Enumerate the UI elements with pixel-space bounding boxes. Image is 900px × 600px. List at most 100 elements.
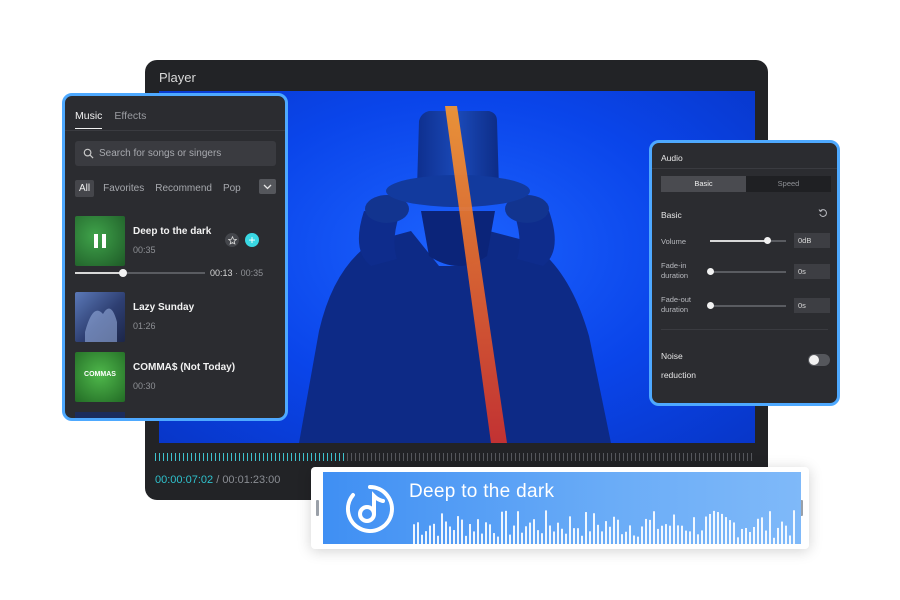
favorite-button[interactable] bbox=[225, 233, 239, 247]
waveform-bar bbox=[665, 524, 667, 544]
volume-slider-knob[interactable] bbox=[764, 237, 771, 244]
track-item[interactable]: Deep to the dark 00:35 + bbox=[75, 216, 285, 266]
waveform-bar bbox=[649, 519, 651, 544]
waveform-bar bbox=[549, 525, 551, 544]
waveform-bar bbox=[469, 524, 471, 544]
volume-label: Volume bbox=[661, 237, 687, 246]
waveform-bar bbox=[517, 511, 519, 544]
waveform-bar bbox=[685, 530, 687, 544]
waveform-bar bbox=[713, 510, 715, 544]
noise-reduction-toggle[interactable] bbox=[808, 354, 830, 366]
fade-in-slider[interactable] bbox=[707, 268, 786, 275]
waveform-bar bbox=[545, 510, 547, 544]
track-duration: 01:26 bbox=[133, 321, 156, 331]
waveform-bar bbox=[509, 534, 511, 544]
waveform-bar bbox=[513, 525, 515, 544]
waveform-bar bbox=[433, 523, 435, 544]
waveform-bar bbox=[725, 517, 727, 544]
filter-favorites[interactable]: Favorites bbox=[103, 183, 144, 194]
waveform-bar bbox=[445, 521, 447, 544]
filter-recommend[interactable]: Recommend bbox=[155, 183, 212, 194]
waveform-bar bbox=[485, 522, 487, 544]
waveform-bar bbox=[557, 522, 559, 544]
filter-pop[interactable]: Pop bbox=[223, 183, 241, 194]
search-input[interactable] bbox=[99, 148, 269, 159]
audio-panel: Audio Basic Speed Basic Volume 0dB Fade-… bbox=[649, 140, 840, 406]
track-progress-total: 00:35 bbox=[240, 268, 264, 278]
waveform-bar bbox=[497, 536, 499, 544]
waveform-bar bbox=[597, 524, 599, 544]
star-icon bbox=[227, 235, 237, 245]
timecode: 00:00:07:02 / 00:01:23:00 bbox=[155, 474, 280, 486]
waveform-bar bbox=[609, 526, 611, 544]
waveform-bar bbox=[505, 510, 507, 544]
toggle-knob bbox=[809, 355, 819, 365]
track-duration: 00:35 bbox=[133, 245, 156, 255]
track-progress-knob[interactable] bbox=[119, 269, 128, 277]
track-cover bbox=[75, 216, 125, 266]
waveform-bar bbox=[617, 519, 619, 544]
volume-value[interactable]: 0dB bbox=[794, 233, 830, 248]
tab-basic[interactable]: Basic bbox=[661, 176, 746, 192]
waveform-bar bbox=[729, 520, 731, 544]
fade-out-value[interactable]: 0s bbox=[794, 298, 830, 313]
tab-effects[interactable]: Effects bbox=[114, 110, 146, 129]
waveform-bar bbox=[613, 516, 615, 544]
waveform-bar bbox=[673, 514, 675, 544]
waveform-bar bbox=[677, 525, 679, 544]
tab-speed[interactable]: Speed bbox=[746, 176, 831, 192]
search-box[interactable] bbox=[75, 141, 276, 166]
waveform-bar bbox=[769, 511, 771, 544]
fade-in-value[interactable]: 0s bbox=[794, 264, 830, 279]
waveform-bar bbox=[473, 531, 475, 544]
fade-out-slider-knob[interactable] bbox=[707, 302, 714, 309]
waveform-bar bbox=[765, 530, 767, 544]
audio-clip[interactable]: Deep to the dark bbox=[323, 472, 801, 544]
waveform-bar bbox=[541, 533, 543, 544]
add-track-button[interactable]: + bbox=[245, 233, 259, 247]
audio-mode-switch: Basic Speed bbox=[661, 176, 831, 192]
filter-more-button[interactable] bbox=[259, 179, 276, 194]
volume-slider[interactable] bbox=[710, 237, 786, 244]
waveform-bar bbox=[793, 510, 795, 544]
waveform-bar bbox=[457, 516, 459, 544]
fade-in-slider-knob[interactable] bbox=[707, 268, 714, 275]
waveform-bar bbox=[589, 531, 591, 544]
filter-all[interactable]: All bbox=[75, 180, 95, 197]
track-progress-current: 00:13 bbox=[210, 268, 233, 278]
fade-out-slider[interactable] bbox=[707, 302, 786, 309]
track-item[interactable]: Lazy Sunday 01:26 bbox=[75, 292, 285, 342]
waveform-bar bbox=[481, 533, 483, 544]
waveform-bar bbox=[753, 526, 755, 544]
waveform-bar bbox=[733, 522, 735, 544]
track-item[interactable]: COMMAS COMMA$ (Not Today) 00:30 bbox=[75, 352, 285, 402]
track-cover: COMMAS bbox=[75, 352, 125, 402]
waveform-bar bbox=[529, 522, 531, 544]
track-progress-bar[interactable] bbox=[75, 269, 205, 277]
cover-text: COMMAS bbox=[84, 371, 116, 378]
waveform-bar bbox=[461, 519, 463, 544]
waveform-bar bbox=[521, 532, 523, 544]
track-title: Lazy Sunday bbox=[133, 302, 195, 313]
waveform-bar bbox=[721, 513, 723, 544]
waveform-bar bbox=[501, 511, 503, 544]
waveform-bar bbox=[573, 528, 575, 544]
pause-icon[interactable] bbox=[75, 216, 125, 266]
chevron-down-icon bbox=[263, 184, 272, 189]
waveform-bar bbox=[601, 531, 603, 544]
waveform-bar bbox=[645, 518, 647, 544]
player-title: Player bbox=[159, 70, 196, 85]
waveform-bar bbox=[421, 534, 423, 544]
track-title: Deep to the dark bbox=[133, 226, 212, 237]
filter-bar: All Favorites Recommend Pop bbox=[75, 180, 252, 197]
now-playing-card[interactable]: Deep to the dark bbox=[311, 467, 809, 549]
waveform-bar bbox=[561, 528, 563, 544]
waveform-bar bbox=[453, 530, 455, 544]
tabs-divider bbox=[65, 130, 285, 131]
reset-icon[interactable] bbox=[818, 208, 828, 218]
waveform-bar bbox=[537, 530, 539, 544]
trim-handle-left[interactable] bbox=[316, 500, 319, 516]
waveform-bar bbox=[553, 531, 555, 544]
waveform bbox=[413, 510, 795, 544]
tab-music[interactable]: Music bbox=[75, 110, 103, 129]
